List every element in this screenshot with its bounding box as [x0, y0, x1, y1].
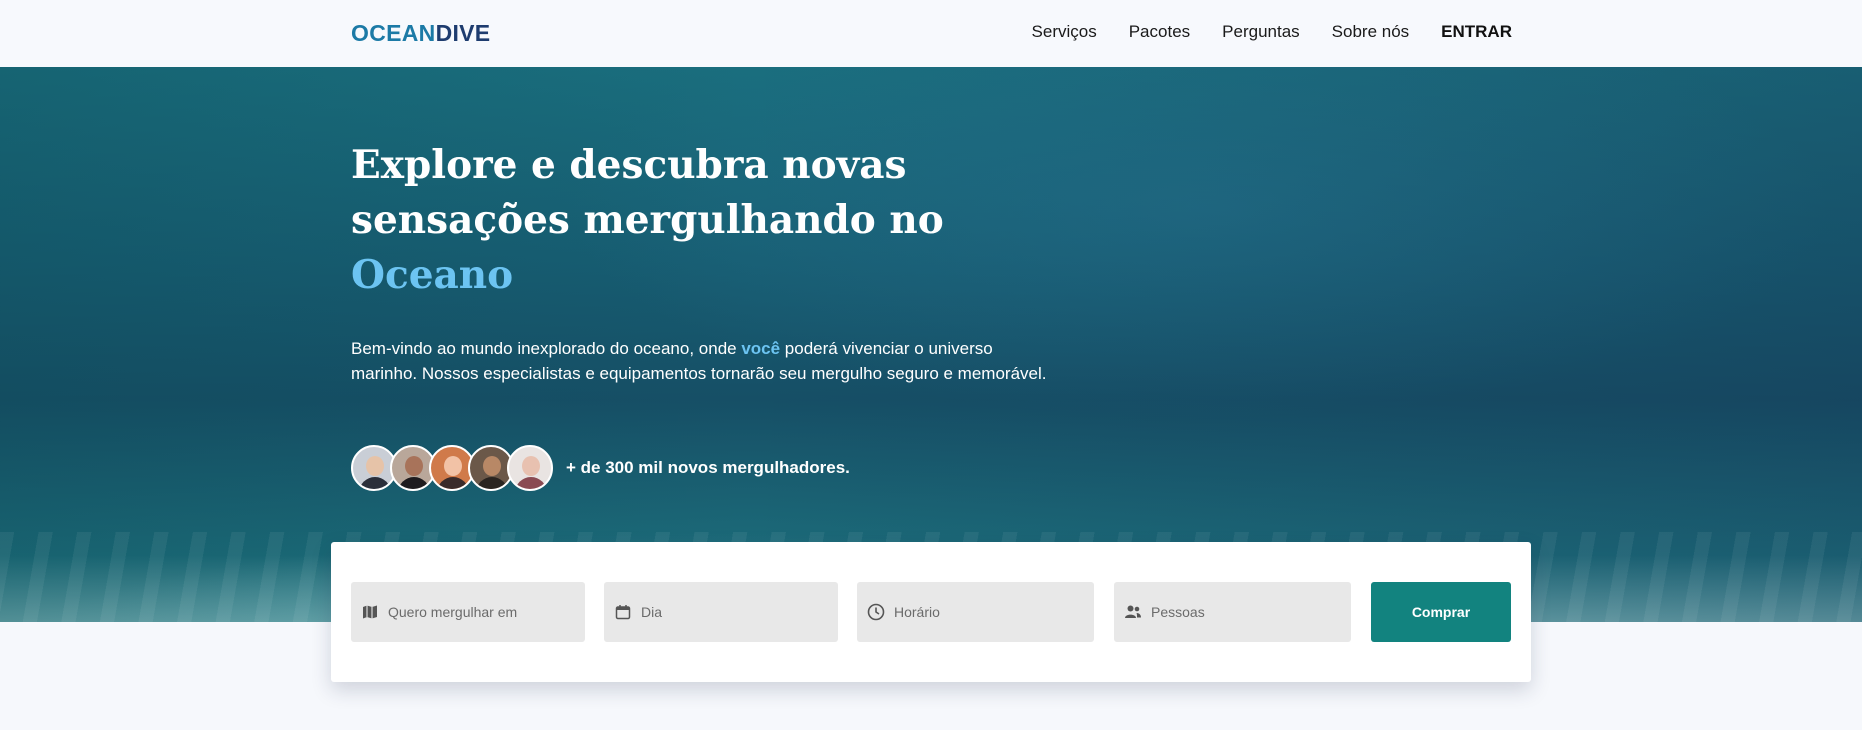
divers-count-text: + de 300 mil novos mergulhadores.: [566, 458, 850, 477]
headline-line-1: Explore e descubra novas: [351, 142, 907, 188]
divers-social-proof: + de 300 mil novos mergulhadores.: [351, 445, 850, 491]
intro-highlight: você: [741, 339, 781, 358]
map-icon: [361, 603, 379, 621]
hero-headline: Explore e descubra novas sensações mergu…: [351, 138, 991, 303]
intro-text-start: Bem-vindo ao mundo inexplorado do oceano…: [351, 339, 742, 358]
buy-button[interactable]: Comprar: [1371, 582, 1511, 642]
headline-line-2: sensações mergulhando no: [351, 197, 944, 243]
destination-field[interactable]: Quero mergulhar em: [351, 582, 585, 642]
destination-placeholder: Quero mergulhar em: [388, 604, 518, 620]
day-placeholder: Dia: [641, 604, 663, 620]
brand-logo[interactable]: OCEANDIVE: [351, 20, 490, 47]
people-icon: [1124, 603, 1142, 621]
brand-logo-ocean: OCEAN: [351, 20, 436, 46]
booking-form: Quero mergulhar em Dia Horário Pessoas C…: [331, 542, 1531, 682]
day-field[interactable]: Dia: [604, 582, 838, 642]
diver-avatar: [507, 445, 553, 491]
nav-link-servicos[interactable]: Serviços: [1032, 22, 1097, 42]
clock-icon: [867, 603, 885, 621]
main-nav: Serviços Pacotes Perguntas Sobre nós ENT…: [1032, 22, 1512, 42]
hero-intro: Bem-vindo ao mundo inexplorado do oceano…: [351, 336, 1051, 386]
time-field[interactable]: Horário: [857, 582, 1094, 642]
nav-link-perguntas[interactable]: Perguntas: [1222, 22, 1300, 42]
time-placeholder: Horário: [894, 604, 940, 620]
brand-logo-dive: DIVE: [435, 20, 491, 46]
headline-accent: Oceano: [351, 252, 514, 298]
nav-link-pacotes[interactable]: Pacotes: [1129, 22, 1190, 42]
nav-link-sobre-nos[interactable]: Sobre nós: [1332, 22, 1410, 42]
people-placeholder: Pessoas: [1151, 604, 1205, 620]
people-field[interactable]: Pessoas: [1114, 582, 1351, 642]
top-navbar: OCEANDIVE Serviços Pacotes Perguntas Sob…: [0, 0, 1862, 67]
login-link[interactable]: ENTRAR: [1441, 22, 1512, 42]
calendar-icon: [614, 603, 632, 621]
